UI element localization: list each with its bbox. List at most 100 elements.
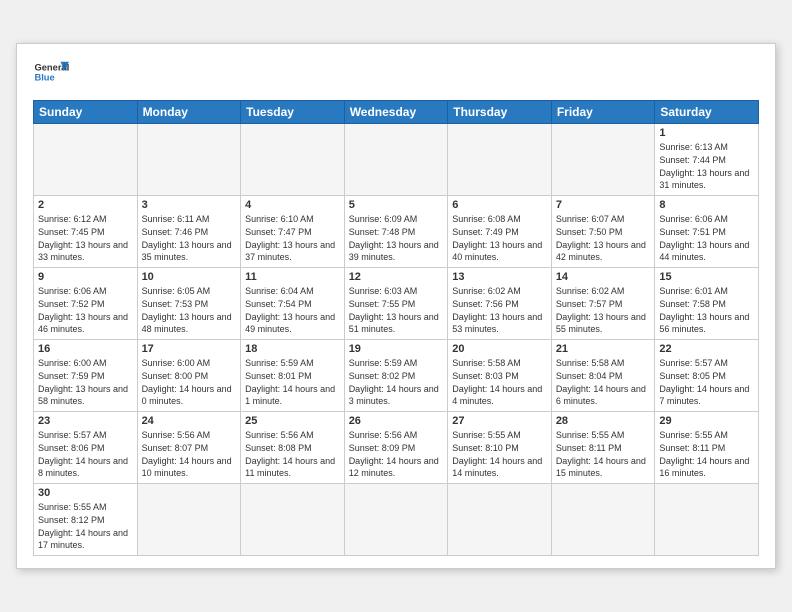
day-info: Sunrise: 5:55 AMSunset: 8:11 PMDaylight:… <box>556 429 651 479</box>
calendar-cell: 28 Sunrise: 5:55 AMSunset: 8:11 PMDayligh… <box>551 412 655 484</box>
calendar-cell <box>34 124 138 196</box>
weekday-header-thursday: Thursday <box>448 101 552 124</box>
calendar-cell: 30 Sunrise: 5:55 AMSunset: 8:12 PMDayligh… <box>34 484 138 555</box>
day-number: 13 <box>452 271 547 283</box>
calendar-cell <box>551 484 655 555</box>
day-info: Sunrise: 5:58 AMSunset: 8:03 PMDaylight:… <box>452 357 547 407</box>
weekday-header-tuesday: Tuesday <box>241 101 345 124</box>
day-number: 17 <box>142 343 237 355</box>
calendar-cell: 4Sunrise: 6:10 AMSunset: 7:47 PMDaylight… <box>241 196 345 268</box>
day-info: Sunrise: 6:06 AMSunset: 7:51 PMDaylight:… <box>659 213 754 263</box>
calendar-cell: 1 Sunrise: 6:13 AMSunset: 7:44 PMDaylight… <box>655 124 759 196</box>
day-number: 23 <box>38 415 133 427</box>
day-number: 2 <box>38 199 133 211</box>
calendar-cell: 22 Sunrise: 5:57 AMSunset: 8:05 PMDayligh… <box>655 340 759 412</box>
day-number: 22 <box>659 343 754 355</box>
calendar-cell: 20Sunrise: 5:58 AMSunset: 8:03 PMDayligh… <box>448 340 552 412</box>
day-info: Sunrise: 5:56 AMSunset: 8:09 PMDaylight:… <box>349 429 444 479</box>
day-number: 11 <box>245 271 340 283</box>
calendar-cell <box>551 124 655 196</box>
logo-icon: General Blue <box>33 56 69 92</box>
weekday-header-monday: Monday <box>137 101 241 124</box>
weekday-header-sunday: Sunday <box>34 101 138 124</box>
day-number: 14 <box>556 271 651 283</box>
day-info: Sunrise: 5:57 AMSunset: 8:05 PMDaylight:… <box>659 357 754 407</box>
day-number: 25 <box>245 415 340 427</box>
day-number: 21 <box>556 343 651 355</box>
calendar-cell <box>448 484 552 555</box>
calendar-cell <box>137 124 241 196</box>
day-number: 24 <box>142 415 237 427</box>
day-number: 15 <box>659 271 754 283</box>
day-number: 19 <box>349 343 444 355</box>
calendar-cell: 9 Sunrise: 6:06 AMSunset: 7:52 PMDaylight… <box>34 268 138 340</box>
day-number: 6 <box>452 199 547 211</box>
weekday-header-wednesday: Wednesday <box>344 101 448 124</box>
day-info: Sunrise: 6:00 AMSunset: 7:59 PMDaylight:… <box>38 357 133 407</box>
calendar-cell: 10 Sunrise: 6:05 AMSunset: 7:53 PMDayligh… <box>137 268 241 340</box>
day-info: Sunrise: 5:55 AMSunset: 8:12 PMDaylight:… <box>38 501 133 551</box>
calendar-cell <box>344 484 448 555</box>
day-info: Sunrise: 6:00 AMSunset: 8:00 PMDaylight:… <box>142 357 237 407</box>
calendar-cell: 11Sunrise: 6:04 AMSunset: 7:54 PMDayligh… <box>241 268 345 340</box>
day-info: Sunrise: 6:13 AMSunset: 7:44 PMDaylight:… <box>659 141 754 191</box>
calendar-cell: 26Sunrise: 5:56 AMSunset: 8:09 PMDayligh… <box>344 412 448 484</box>
calendar-cell: 3 Sunrise: 6:11 AMSunset: 7:46 PMDaylight… <box>137 196 241 268</box>
weekday-header-saturday: Saturday <box>655 101 759 124</box>
calendar-cell: 8 Sunrise: 6:06 AMSunset: 7:51 PMDaylight… <box>655 196 759 268</box>
day-number: 30 <box>38 487 133 499</box>
day-info: Sunrise: 5:59 AMSunset: 8:01 PMDaylight:… <box>245 357 340 407</box>
day-info: Sunrise: 5:55 AMSunset: 8:11 PMDaylight:… <box>659 429 754 479</box>
calendar-cell: 21 Sunrise: 5:58 AMSunset: 8:04 PMDayligh… <box>551 340 655 412</box>
day-number: 1 <box>659 127 754 139</box>
svg-text:Blue: Blue <box>34 73 54 83</box>
day-info: Sunrise: 5:55 AMSunset: 8:10 PMDaylight:… <box>452 429 547 479</box>
day-number: 4 <box>245 199 340 211</box>
calendar-cell: 23 Sunrise: 5:57 AMSunset: 8:06 PMDayligh… <box>34 412 138 484</box>
day-info: Sunrise: 6:01 AMSunset: 7:58 PMDaylight:… <box>659 285 754 335</box>
day-number: 27 <box>452 415 547 427</box>
day-info: Sunrise: 6:02 AMSunset: 7:56 PMDaylight:… <box>452 285 547 335</box>
calendar-cell: 25Sunrise: 5:56 AMSunset: 8:08 PMDayligh… <box>241 412 345 484</box>
calendar-cell <box>241 484 345 555</box>
calendar-cell: 24 Sunrise: 5:56 AMSunset: 8:07 PMDayligh… <box>137 412 241 484</box>
header: General Blue <box>33 56 759 92</box>
calendar-cell <box>448 124 552 196</box>
calendar-cell: 18 Sunrise: 5:59 AMSunset: 8:01 PMDayligh… <box>241 340 345 412</box>
day-number: 7 <box>556 199 651 211</box>
calendar-cell: 29 Sunrise: 5:55 AMSunset: 8:11 PMDayligh… <box>655 412 759 484</box>
calendar-cell: 16 Sunrise: 6:00 AMSunset: 7:59 PMDayligh… <box>34 340 138 412</box>
calendar-cell: 2Sunrise: 6:12 AMSunset: 7:45 PMDaylight… <box>34 196 138 268</box>
calendar-cell <box>137 484 241 555</box>
day-info: Sunrise: 6:07 AMSunset: 7:50 PMDaylight:… <box>556 213 651 263</box>
day-number: 18 <box>245 343 340 355</box>
weekday-header-row: SundayMondayTuesdayWednesdayThursdayFrid… <box>34 101 759 124</box>
calendar-cell: 27 Sunrise: 5:55 AMSunset: 8:10 PMDayligh… <box>448 412 552 484</box>
calendar-cell: 19 Sunrise: 5:59 AMSunset: 8:02 PMDayligh… <box>344 340 448 412</box>
day-info: Sunrise: 6:05 AMSunset: 7:53 PMDaylight:… <box>142 285 237 335</box>
weekday-header-friday: Friday <box>551 101 655 124</box>
calendar-cell: 6 Sunrise: 6:08 AMSunset: 7:49 PMDaylight… <box>448 196 552 268</box>
calendar-cell <box>344 124 448 196</box>
calendar-cell: 12Sunrise: 6:03 AMSunset: 7:55 PMDayligh… <box>344 268 448 340</box>
day-info: Sunrise: 6:02 AMSunset: 7:57 PMDaylight:… <box>556 285 651 335</box>
day-info: Sunrise: 6:08 AMSunset: 7:49 PMDaylight:… <box>452 213 547 263</box>
day-number: 16 <box>38 343 133 355</box>
day-info: Sunrise: 6:06 AMSunset: 7:52 PMDaylight:… <box>38 285 133 335</box>
day-info: Sunrise: 5:59 AMSunset: 8:02 PMDaylight:… <box>349 357 444 407</box>
day-number: 3 <box>142 199 237 211</box>
calendar-cell <box>241 124 345 196</box>
calendar-cell: 7 Sunrise: 6:07 AMSunset: 7:50 PMDaylight… <box>551 196 655 268</box>
day-info: Sunrise: 5:57 AMSunset: 8:06 PMDaylight:… <box>38 429 133 479</box>
day-info: Sunrise: 5:58 AMSunset: 8:04 PMDaylight:… <box>556 357 651 407</box>
calendar-cell: 13 Sunrise: 6:02 AMSunset: 7:56 PMDayligh… <box>448 268 552 340</box>
calendar-cell: 14 Sunrise: 6:02 AMSunset: 7:57 PMDayligh… <box>551 268 655 340</box>
day-number: 9 <box>38 271 133 283</box>
day-number: 28 <box>556 415 651 427</box>
day-number: 29 <box>659 415 754 427</box>
day-number: 8 <box>659 199 754 211</box>
calendar-cell <box>655 484 759 555</box>
day-info: Sunrise: 5:56 AMSunset: 8:07 PMDaylight:… <box>142 429 237 479</box>
day-number: 10 <box>142 271 237 283</box>
day-info: Sunrise: 6:11 AMSunset: 7:46 PMDaylight:… <box>142 213 237 263</box>
